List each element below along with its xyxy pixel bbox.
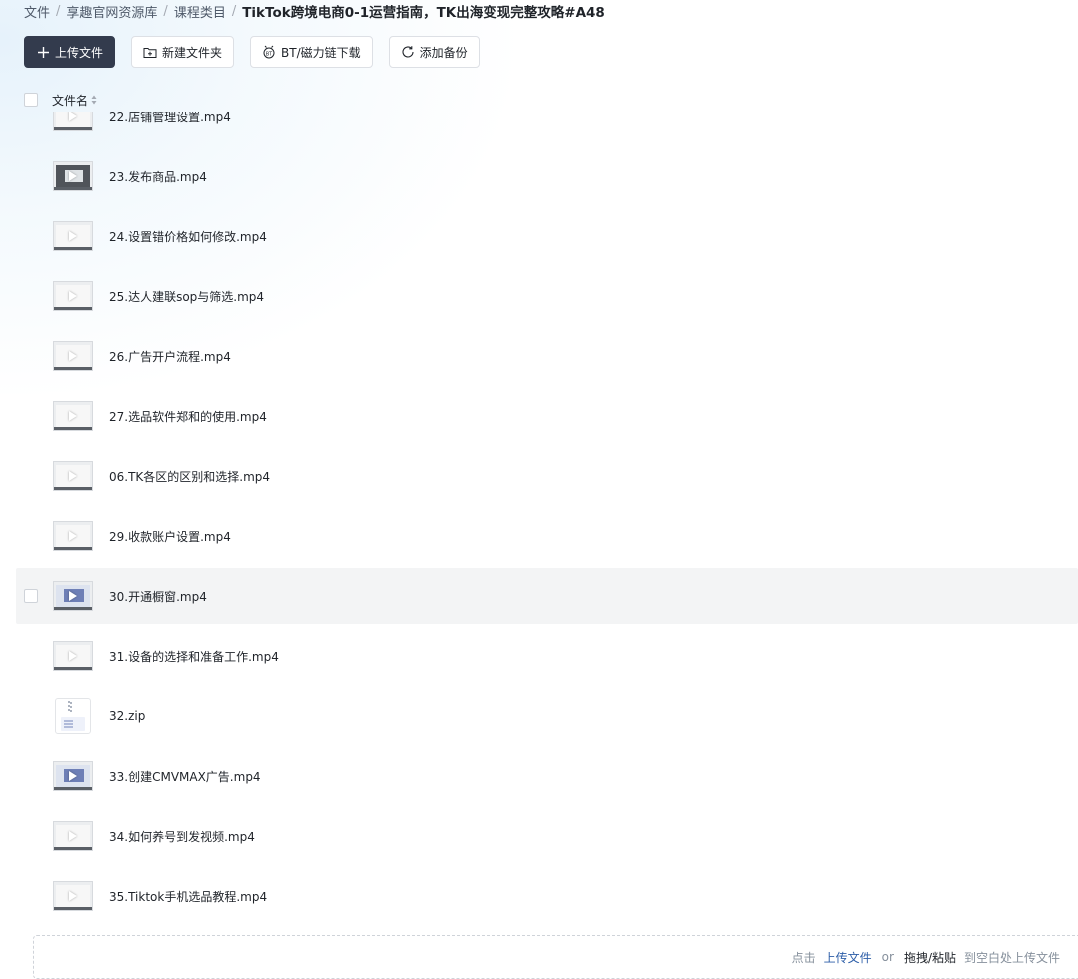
dropzone-prefix: 点击 bbox=[791, 950, 816, 965]
dropzone-drag-paste: 拖拽/粘贴 bbox=[903, 950, 956, 965]
select-all-checkbox[interactable] bbox=[24, 93, 38, 107]
file-row[interactable]: 31.设备的选择和准备工作.mp4 bbox=[16, 628, 1078, 684]
bt-download-icon: BT bbox=[262, 45, 276, 59]
breadcrumb-item-files[interactable]: 文件 bbox=[24, 2, 50, 21]
upload-file-label: 上传文件 bbox=[55, 45, 104, 60]
file-name[interactable]: 27.选品软件郑和的使用.mp4 bbox=[109, 408, 267, 425]
file-row[interactable]: 29.收款账户设置.mp4 bbox=[16, 508, 1078, 564]
file-name[interactable]: 35.Tiktok手机选品教程.mp4 bbox=[109, 888, 267, 905]
video-thumbnail bbox=[53, 461, 93, 491]
add-backup-label: 添加备份 bbox=[419, 45, 468, 60]
file-name[interactable]: 22.店铺管理设置.mp4 bbox=[109, 112, 231, 125]
add-backup-button[interactable]: 添加备份 bbox=[388, 36, 480, 68]
filename-column-label: 文件名 bbox=[52, 93, 89, 108]
breadcrumb: 文件 / 享趣官网资源库 / 课程类目 / TikTok跨境电商0-1运营指南，… bbox=[24, 0, 605, 22]
file-name[interactable]: 34.如何养号到发视频.mp4 bbox=[109, 828, 255, 845]
dropzone-suffix: 到空白处上传文件 bbox=[963, 950, 1060, 965]
play-icon bbox=[69, 411, 77, 421]
file-name[interactable]: 25.达人建联sop与筛选.mp4 bbox=[109, 288, 264, 305]
video-thumbnail bbox=[53, 112, 93, 131]
file-row[interactable]: 35.Tiktok手机选品教程.mp4 bbox=[16, 868, 1078, 924]
file-row[interactable]: 06.TK各区的区别和选择.mp4 bbox=[16, 448, 1078, 504]
file-list-header: 文件名 bbox=[24, 88, 97, 112]
toolbar: 上传文件 新建文件夹 BT BT/磁力链下载 添加备份 bbox=[24, 36, 480, 68]
breadcrumb-item-category[interactable]: 课程类目 bbox=[174, 2, 226, 21]
dropzone-or: or bbox=[881, 950, 894, 964]
video-thumbnail bbox=[53, 521, 93, 551]
play-icon bbox=[69, 771, 77, 781]
play-icon bbox=[69, 531, 77, 541]
row-checkbox[interactable] bbox=[24, 589, 38, 603]
folder-plus-icon bbox=[143, 45, 157, 59]
video-thumbnail bbox=[53, 401, 93, 431]
breadcrumb-separator: / bbox=[56, 3, 61, 19]
file-row[interactable]: 23.发布商品.mp4 bbox=[16, 148, 1078, 204]
play-icon bbox=[69, 351, 77, 361]
breadcrumb-separator: / bbox=[231, 3, 237, 19]
filename-column-header[interactable]: 文件名 bbox=[52, 92, 97, 109]
new-folder-label: 新建文件夹 bbox=[162, 45, 223, 60]
video-thumbnail bbox=[53, 821, 93, 851]
refresh-icon bbox=[401, 45, 415, 59]
file-name[interactable]: 31.设备的选择和准备工作.mp4 bbox=[109, 648, 279, 665]
file-row[interactable]: 24.设置错价格如何修改.mp4 bbox=[16, 208, 1078, 264]
play-icon bbox=[69, 171, 77, 181]
play-icon bbox=[69, 591, 77, 601]
file-name[interactable]: 23.发布商品.mp4 bbox=[109, 168, 207, 185]
breadcrumb-separator: / bbox=[163, 3, 168, 19]
play-icon bbox=[69, 112, 77, 121]
sort-icon[interactable] bbox=[91, 95, 97, 105]
file-name[interactable]: 33.创建CMVMAX广告.mp4 bbox=[109, 768, 261, 785]
plus-icon bbox=[36, 45, 50, 59]
file-row-hovered[interactable]: 30.开通橱窗.mp4 bbox=[16, 568, 1078, 624]
video-thumbnail bbox=[53, 341, 93, 371]
file-row[interactable]: 27.选品软件郑和的使用.mp4 bbox=[16, 388, 1078, 444]
svg-text:BT: BT bbox=[266, 51, 273, 57]
play-icon bbox=[69, 891, 77, 901]
video-thumbnail bbox=[53, 221, 93, 251]
file-name[interactable]: 06.TK各区的区别和选择.mp4 bbox=[109, 468, 270, 485]
new-folder-button[interactable]: 新建文件夹 bbox=[131, 36, 235, 68]
file-row[interactable]: 25.达人建联sop与筛选.mp4 bbox=[16, 268, 1078, 324]
play-icon bbox=[69, 291, 77, 301]
file-name[interactable]: 26.广告开户流程.mp4 bbox=[109, 348, 231, 365]
file-name[interactable]: 30.开通橱窗.mp4 bbox=[109, 588, 207, 605]
file-name[interactable]: 29.收款账户设置.mp4 bbox=[109, 528, 231, 545]
breadcrumb-item-library[interactable]: 享趣官网资源库 bbox=[66, 2, 157, 21]
file-row[interactable]: 33.创建CMVMAX广告.mp4 bbox=[16, 748, 1078, 804]
upload-dropzone[interactable]: 点击 上传文件 or 拖拽/粘贴 到空白处上传文件 bbox=[33, 935, 1078, 979]
play-icon bbox=[69, 831, 77, 841]
play-icon bbox=[69, 231, 77, 241]
file-name[interactable]: 32.zip bbox=[109, 709, 145, 723]
file-row[interactable]: 26.广告开户流程.mp4 bbox=[16, 328, 1078, 384]
bt-magnet-download-label: BT/磁力链下载 bbox=[281, 45, 361, 60]
video-thumbnail bbox=[53, 581, 93, 611]
video-thumbnail bbox=[53, 281, 93, 311]
file-row[interactable]: 22.店铺管理设置.mp4 bbox=[16, 112, 1078, 144]
video-thumbnail bbox=[53, 161, 93, 191]
file-name[interactable]: 24.设置错价格如何修改.mp4 bbox=[109, 228, 267, 245]
video-thumbnail bbox=[53, 881, 93, 911]
file-row[interactable]: 34.如何养号到发视频.mp4 bbox=[16, 808, 1078, 864]
dropzone-upload-link[interactable]: 上传文件 bbox=[824, 949, 872, 966]
breadcrumb-current-folder: TikTok跨境电商0-1运营指南，TK出海变现完整攻略#A48 bbox=[242, 5, 605, 21]
zip-file-icon bbox=[55, 698, 91, 734]
video-thumbnail bbox=[53, 761, 93, 791]
play-icon bbox=[69, 471, 77, 481]
file-row[interactable]: 32.zip bbox=[16, 688, 1078, 744]
upload-file-button[interactable]: 上传文件 bbox=[24, 36, 116, 68]
play-icon bbox=[69, 651, 77, 661]
file-list[interactable]: 22.店铺管理设置.mp4 23.发布商品.mp4 24.设置错价格如何修改.m… bbox=[0, 112, 1078, 930]
bt-magnet-download-button[interactable]: BT BT/磁力链下载 bbox=[250, 36, 373, 68]
video-thumbnail bbox=[53, 641, 93, 671]
